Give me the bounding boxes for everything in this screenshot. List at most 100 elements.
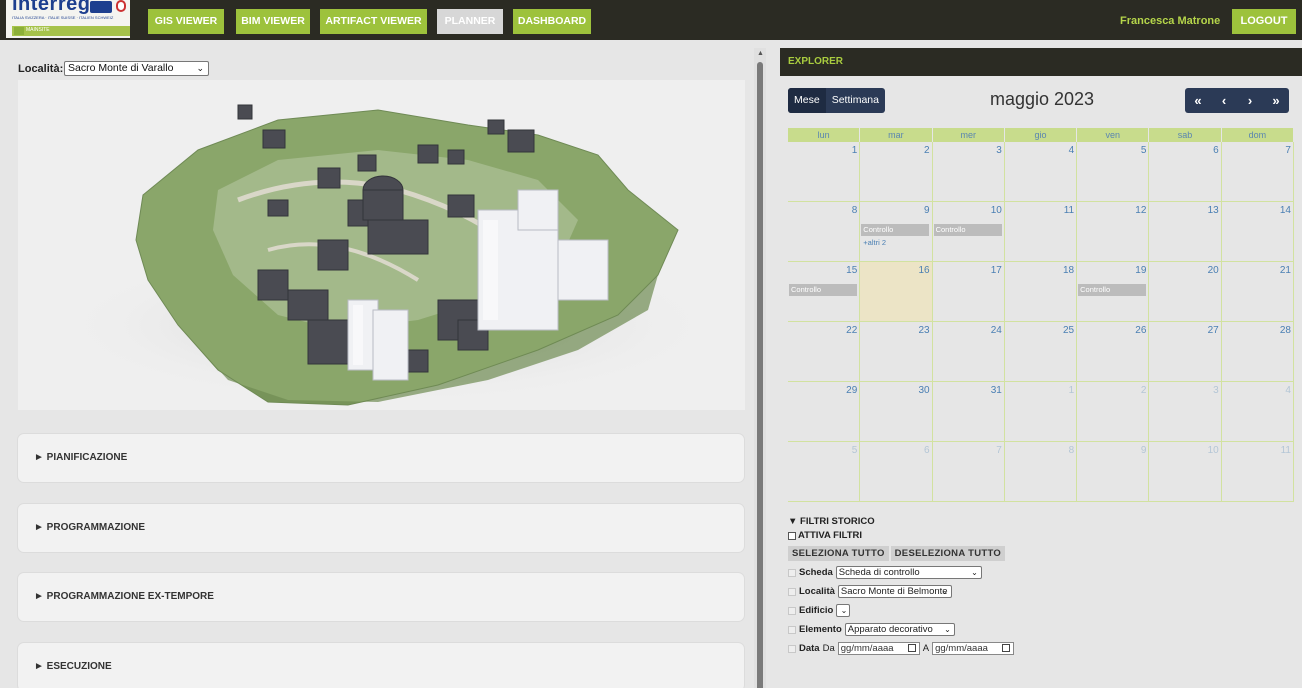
calendar-day[interactable]: 22 bbox=[788, 322, 861, 382]
calendar-day[interactable]: 21 bbox=[1221, 262, 1294, 322]
calendar-day[interactable]: 30 bbox=[860, 382, 933, 442]
section-programmazione-ex-tempore[interactable]: ► PROGRAMMAZIONE EX-TEMPORE bbox=[18, 573, 744, 621]
calendar-day[interactable]: 14 bbox=[1221, 202, 1294, 262]
day-number[interactable]: 12 bbox=[1135, 205, 1146, 216]
filters-title[interactable]: ▼ FILTRI STORICO bbox=[788, 516, 875, 527]
day-number[interactable]: 23 bbox=[918, 325, 929, 336]
day-number[interactable]: 4 bbox=[1285, 385, 1291, 396]
interreg-logo[interactable]: interreg ITALIA SVIZZERA · ITALIE SUISSE… bbox=[6, 0, 130, 38]
day-number[interactable]: 6 bbox=[924, 445, 930, 456]
calendar-day-today[interactable]: 16 bbox=[860, 262, 933, 322]
more-events-link[interactable]: +altri 2 bbox=[863, 238, 886, 247]
day-number[interactable]: 2 bbox=[1141, 385, 1147, 396]
select-all-button[interactable]: SELEZIONA TUTTO bbox=[788, 546, 889, 561]
day-number[interactable]: 4 bbox=[1069, 145, 1075, 156]
calendar-day[interactable]: 13 bbox=[1149, 202, 1222, 262]
date-from-input[interactable]: gg/mm/aaaa bbox=[837, 642, 920, 655]
elemento-select[interactable]: Apparato decorativo ⌄ bbox=[844, 623, 955, 636]
day-number[interactable]: 3 bbox=[1213, 385, 1219, 396]
calendar-day[interactable]: 1 bbox=[788, 142, 861, 202]
calendar-day[interactable]: 18 bbox=[1004, 262, 1078, 322]
calendar-day[interactable]: 8 bbox=[1004, 442, 1078, 502]
calendar-day[interactable]: 9 Controllo +altri 2 bbox=[860, 202, 933, 262]
calendar-day[interactable]: 7 bbox=[1221, 142, 1294, 202]
calendar-day[interactable]: 29 bbox=[788, 382, 861, 442]
day-number[interactable]: 11 bbox=[1281, 445, 1291, 456]
checkbox-icon[interactable] bbox=[788, 531, 796, 540]
prev-year-button[interactable]: « bbox=[1185, 88, 1211, 113]
calendar-day[interactable]: 5 bbox=[788, 442, 861, 502]
calendar-day[interactable]: 31 bbox=[932, 382, 1005, 442]
calendar-day[interactable]: 2 bbox=[1077, 382, 1150, 442]
calendar-day[interactable]: 27 bbox=[1149, 322, 1222, 382]
day-number[interactable]: 22 bbox=[846, 325, 857, 336]
calendar-day[interactable]: 7 bbox=[932, 442, 1005, 502]
nav-planner[interactable]: PLANNER bbox=[437, 9, 503, 34]
day-number[interactable]: 27 bbox=[1208, 325, 1219, 336]
calendar-icon[interactable] bbox=[907, 644, 916, 652]
day-number[interactable]: 3 bbox=[996, 145, 1002, 156]
checkbox-icon[interactable] bbox=[788, 606, 796, 615]
nav-bim-viewer[interactable]: BIM VIEWER bbox=[236, 9, 310, 34]
calendar-day[interactable]: 11 bbox=[1221, 442, 1294, 502]
day-number[interactable]: 1 bbox=[852, 145, 858, 156]
day-number[interactable]: 24 bbox=[991, 325, 1002, 336]
calendar-day[interactable]: 6 bbox=[1149, 142, 1222, 202]
left-panel-scrollbar[interactable]: ▲ bbox=[754, 48, 766, 688]
day-number[interactable]: 17 bbox=[991, 265, 1002, 276]
next-month-button[interactable]: › bbox=[1237, 88, 1263, 113]
day-number[interactable]: 21 bbox=[1280, 265, 1291, 276]
calendar-icon[interactable] bbox=[1002, 644, 1011, 652]
checkbox-icon[interactable] bbox=[788, 625, 796, 634]
day-number[interactable]: 10 bbox=[991, 205, 1002, 216]
activate-filters-checkbox[interactable]: ATTIVA FILTRI bbox=[788, 530, 862, 541]
site-3d-model-viewer[interactable] bbox=[18, 80, 745, 410]
calendar-day[interactable]: 17 bbox=[932, 262, 1005, 322]
logout-button[interactable]: LOGOUT bbox=[1232, 9, 1296, 34]
calendar-day[interactable]: 10 bbox=[1149, 442, 1222, 502]
calendar-day[interactable]: 6 bbox=[860, 442, 933, 502]
calendar-event[interactable]: Controllo bbox=[861, 224, 930, 236]
checkbox-icon[interactable] bbox=[788, 644, 796, 653]
section-pianificazione[interactable]: ► PIANIFICAZIONE bbox=[18, 434, 744, 482]
calendar-day[interactable]: 3 bbox=[1149, 382, 1222, 442]
deselect-all-button[interactable]: DESELEZIONA TUTTO bbox=[890, 546, 1006, 561]
calendar-day[interactable]: 2 bbox=[860, 142, 933, 202]
checkbox-icon[interactable] bbox=[788, 568, 796, 577]
calendar-event[interactable]: Controllo bbox=[789, 284, 857, 296]
nav-gis-viewer[interactable]: GIS VIEWER bbox=[148, 9, 224, 34]
scroll-up-icon[interactable]: ▲ bbox=[757, 50, 764, 57]
date-to-input[interactable]: gg/mm/aaaa bbox=[932, 642, 1015, 655]
nav-artifact-viewer[interactable]: ARTIFACT VIEWER bbox=[320, 9, 427, 34]
section-esecuzione[interactable]: ► ESECUZIONE bbox=[18, 643, 744, 688]
day-number[interactable]: 13 bbox=[1208, 205, 1219, 216]
day-number[interactable]: 28 bbox=[1280, 325, 1291, 336]
nav-dashboard[interactable]: DASHBOARD bbox=[513, 9, 591, 34]
day-number[interactable]: 16 bbox=[918, 265, 929, 276]
day-number[interactable]: 20 bbox=[1208, 265, 1219, 276]
day-number[interactable]: 11 bbox=[1064, 205, 1074, 216]
calendar-day[interactable]: 1 bbox=[1004, 382, 1078, 442]
calendar-event[interactable]: Controllo bbox=[933, 224, 1002, 236]
month-view-button[interactable]: Mese bbox=[788, 88, 826, 113]
day-number[interactable]: 5 bbox=[1141, 145, 1147, 156]
prev-month-button[interactable]: ‹ bbox=[1211, 88, 1237, 113]
day-number[interactable]: 6 bbox=[1213, 145, 1219, 156]
edificio-select[interactable]: ⌄ bbox=[836, 604, 851, 617]
calendar-day[interactable]: 19 Controllo bbox=[1077, 262, 1150, 322]
day-number[interactable]: 10 bbox=[1208, 445, 1219, 456]
scroll-thumb[interactable] bbox=[757, 62, 763, 688]
calendar-day[interactable]: 24 bbox=[932, 322, 1005, 382]
calendar-day[interactable]: 4 bbox=[1004, 142, 1078, 202]
calendar-day[interactable]: 20 bbox=[1149, 262, 1222, 322]
day-number[interactable]: 30 bbox=[918, 385, 929, 396]
calendar-day[interactable]: 9 bbox=[1077, 442, 1150, 502]
localita-select[interactable]: Sacro Monte di Belmonte ⌄ bbox=[837, 585, 952, 598]
day-number[interactable]: 8 bbox=[1069, 445, 1075, 456]
calendar-day[interactable]: 26 bbox=[1077, 322, 1150, 382]
week-view-button[interactable]: Settimana bbox=[826, 88, 885, 113]
day-number[interactable]: 18 bbox=[1063, 265, 1074, 276]
day-number[interactable]: 7 bbox=[996, 445, 1002, 456]
day-number[interactable]: 19 bbox=[1135, 265, 1146, 276]
location-select[interactable]: Sacro Monte di Varallo ⌄ bbox=[64, 61, 209, 76]
